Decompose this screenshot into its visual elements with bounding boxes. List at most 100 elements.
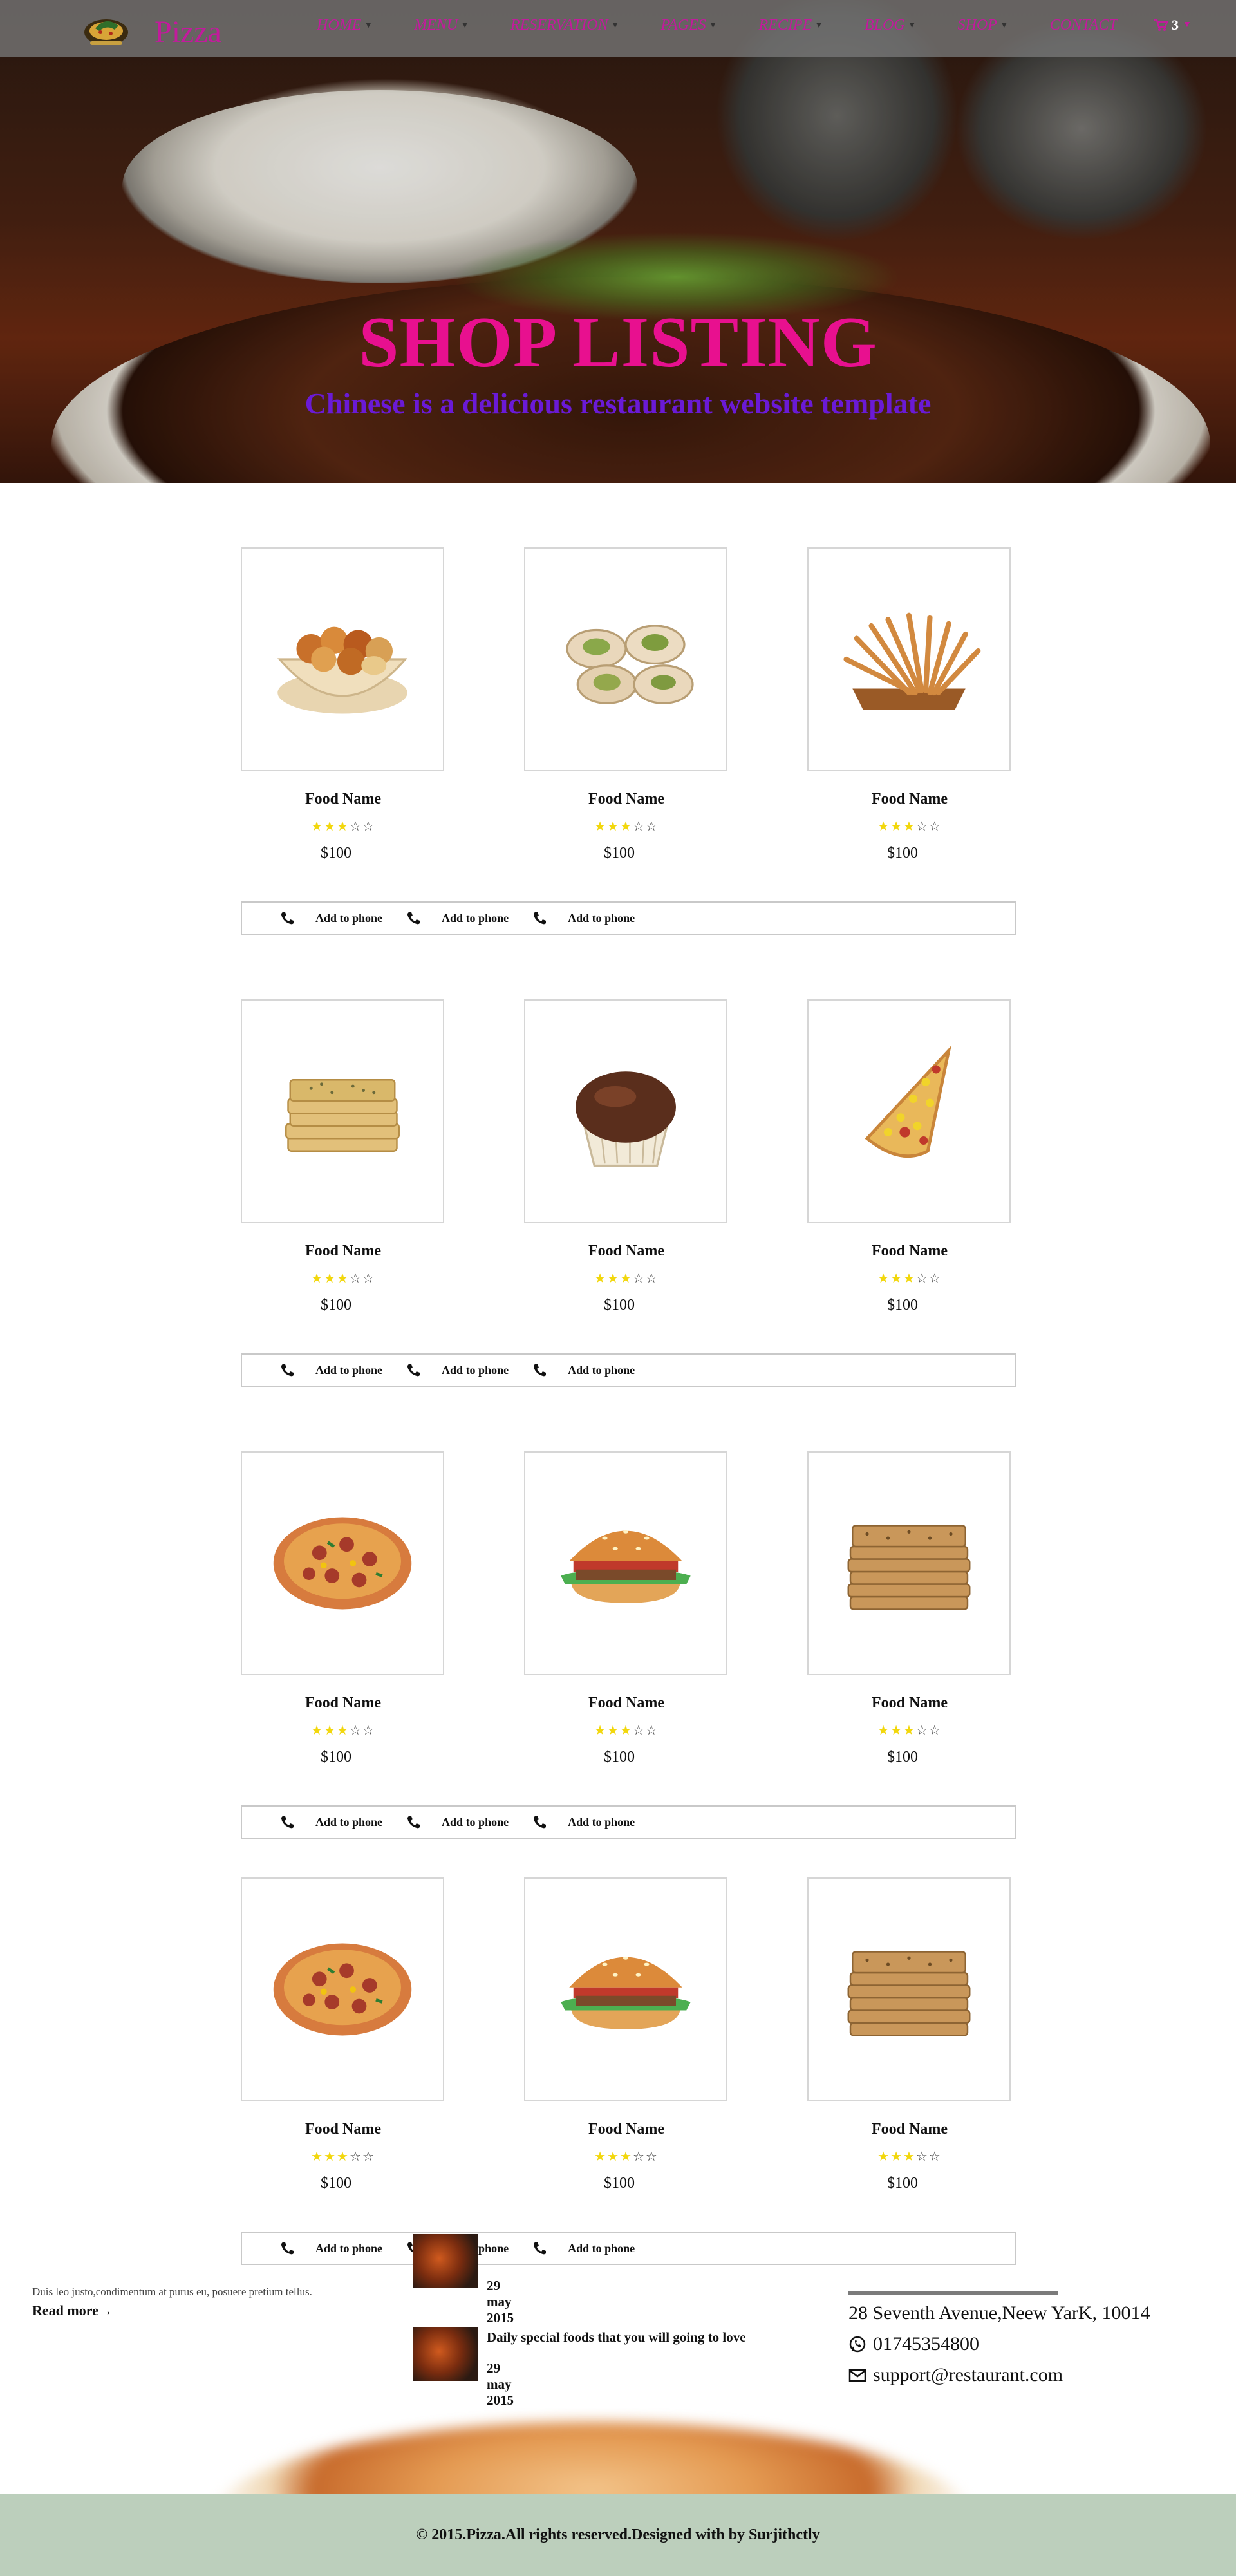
product-name[interactable]: Food Name [524, 1243, 729, 1260]
product-price: $100 [321, 2175, 351, 2192]
add-to-phone-label: Add to phone [442, 1363, 509, 1377]
product-image[interactable] [241, 1451, 444, 1675]
product-image[interactable] [241, 999, 444, 1223]
nav-menu[interactable]: MENU ▼ [414, 17, 469, 40]
product-card[interactable]: Food Name ★★★☆☆ $100 [524, 547, 729, 862]
add-to-phone-button[interactable]: Add to phone [406, 911, 509, 925]
nav-reservation[interactable]: RESERVATION ▼ [510, 17, 619, 40]
product-card[interactable]: Food Name ★★★☆☆ $100 [241, 547, 445, 862]
add-to-phone-label: Add to phone [568, 911, 635, 925]
add-to-phone-button[interactable]: Add to phone [279, 2241, 382, 2255]
star-filled-icon: ★ [890, 1724, 904, 1738]
brand-name[interactable]: Pizza [154, 14, 221, 50]
star-filled-icon: ★ [594, 1724, 608, 1738]
product-name[interactable]: Food Name [241, 1243, 445, 1260]
product-image[interactable] [241, 547, 444, 771]
cart-button[interactable]: 3 ▼ [1154, 17, 1192, 33]
contact-email[interactable]: support@restaurant.com [848, 2364, 1063, 2386]
add-to-phone-button[interactable]: Add to phone [532, 1363, 635, 1377]
star-empty-icon: ☆ [928, 2150, 942, 2164]
contact-phone[interactable]: 01745354800 [848, 2333, 979, 2355]
add-to-phone-button[interactable]: Add to phone [406, 1815, 509, 1829]
mixed-nuts-bowl-icon [277, 626, 408, 714]
read-more-link[interactable]: Read more→ [32, 2302, 113, 2319]
product-image[interactable] [524, 547, 727, 771]
product-card[interactable]: Food Name ★★★☆☆ $100 [807, 1877, 1012, 2192]
product-card[interactable]: Food Name ★★★☆☆ $100 [524, 999, 729, 1314]
product-name[interactable]: Food Name [524, 791, 729, 808]
crispbread-stack-icon [847, 1525, 971, 1610]
nav-blog-label: BLOG [865, 17, 905, 33]
product-image[interactable] [524, 1451, 727, 1675]
product-card[interactable]: Food Name ★★★☆☆ $100 [241, 1451, 445, 1766]
product-name[interactable]: Food Name [241, 791, 445, 808]
star-filled-icon: ★ [311, 1272, 324, 1286]
add-to-phone-label: Add to phone [568, 2241, 635, 2255]
product-name[interactable]: Food Name [807, 791, 1012, 808]
product-card[interactable]: Food Name ★★★☆☆ $100 [807, 1451, 1012, 1766]
product-image[interactable] [807, 999, 1011, 1223]
logo-icon[interactable] [81, 10, 131, 49]
star-empty-icon: ☆ [645, 1724, 659, 1738]
product-name[interactable]: Food Name [807, 2121, 1012, 2138]
nav-pages[interactable]: PAGES ▼ [660, 17, 717, 40]
product-card[interactable]: Food Name ★★★☆☆ $100 [241, 999, 445, 1314]
add-to-phone-button[interactable]: Add to phone [279, 911, 382, 925]
add-to-phone-button[interactable]: Add to phone [279, 1815, 382, 1829]
phone-icon [407, 1364, 420, 1377]
product-name[interactable]: Food Name [524, 2121, 729, 2138]
nav-home-label: HOME [317, 17, 362, 33]
nav-home[interactable]: HOME ▼ [317, 17, 373, 40]
nav-shop[interactable]: SHOP ▼ [958, 17, 1009, 40]
star-empty-icon: ☆ [928, 820, 942, 834]
product-image[interactable] [241, 1877, 444, 2101]
star-filled-icon: ★ [594, 2150, 608, 2164]
product-image[interactable] [807, 1877, 1011, 2101]
add-to-phone-button[interactable]: Add to phone [279, 1363, 382, 1377]
star-filled-icon: ★ [594, 1272, 608, 1286]
product-image[interactable] [807, 547, 1011, 771]
add-to-phone-button[interactable]: Add to phone [406, 1363, 509, 1377]
post-thumbnail [413, 2327, 478, 2381]
nav-reservation-label: RESERVATION [510, 17, 608, 33]
product-name[interactable]: Food Name [241, 1695, 445, 1712]
add-to-phone-label: Add to phone [315, 911, 383, 925]
envelope-icon [848, 2369, 866, 2382]
product-card[interactable]: Food Name ★★★☆☆ $100 [524, 1877, 729, 2192]
star-filled-icon: ★ [607, 1272, 621, 1286]
nav-recipe[interactable]: RECIPE ▼ [759, 17, 824, 40]
copyright-bar: © 2015.Pizza.All rights reserved.Designe… [0, 2494, 1236, 2576]
product-rating: ★★★☆☆ [807, 818, 1012, 834]
add-to-phone-button[interactable]: Add to phone [532, 911, 635, 925]
product-action-bar: Add to cartAdd to phoneAdd to cartAdd to… [241, 1805, 1016, 1839]
product-card[interactable]: Food Name ★★★☆☆ $100 [807, 547, 1012, 862]
star-empty-icon: ☆ [928, 1272, 942, 1286]
phone-text: 01745354800 [873, 2333, 979, 2355]
phone-icon [534, 912, 547, 925]
product-name[interactable]: Food Name [524, 1695, 729, 1712]
product-rating: ★★★☆☆ [524, 2148, 729, 2165]
product-action-bar: Add to cartAdd to phoneAdd to cartAdd to… [241, 1353, 1016, 1387]
product-card[interactable]: Food Name ★★★☆☆ $100 [241, 1877, 445, 2192]
star-filled-icon: ★ [337, 820, 350, 834]
star-empty-icon: ☆ [349, 1724, 362, 1738]
product-image[interactable] [524, 999, 727, 1223]
star-empty-icon: ☆ [362, 820, 375, 834]
pizza-icon [273, 1517, 412, 1610]
star-filled-icon: ★ [877, 1272, 891, 1286]
product-image[interactable] [807, 1451, 1011, 1675]
pizza-blur [212, 2422, 972, 2498]
product-image[interactable] [524, 1877, 727, 2101]
star-empty-icon: ☆ [362, 1272, 375, 1286]
nav-blog[interactable]: BLOG ▼ [865, 17, 917, 40]
nav-contact[interactable]: CONTACT [1050, 17, 1118, 40]
product-card[interactable]: Food Name ★★★☆☆ $100 [524, 1451, 729, 1766]
add-to-phone-button[interactable]: Add to phone [532, 1815, 635, 1829]
add-to-phone-button[interactable]: Add to phone [532, 2241, 635, 2255]
product-name[interactable]: Food Name [807, 1695, 1012, 1712]
product-name[interactable]: Food Name [241, 2121, 445, 2138]
product-card[interactable]: Food Name ★★★☆☆ $100 [807, 999, 1012, 1314]
product-name[interactable]: Food Name [807, 1243, 1012, 1260]
hero-title: SHOP LISTING [359, 303, 877, 382]
whatsapp-icon [849, 2336, 866, 2353]
